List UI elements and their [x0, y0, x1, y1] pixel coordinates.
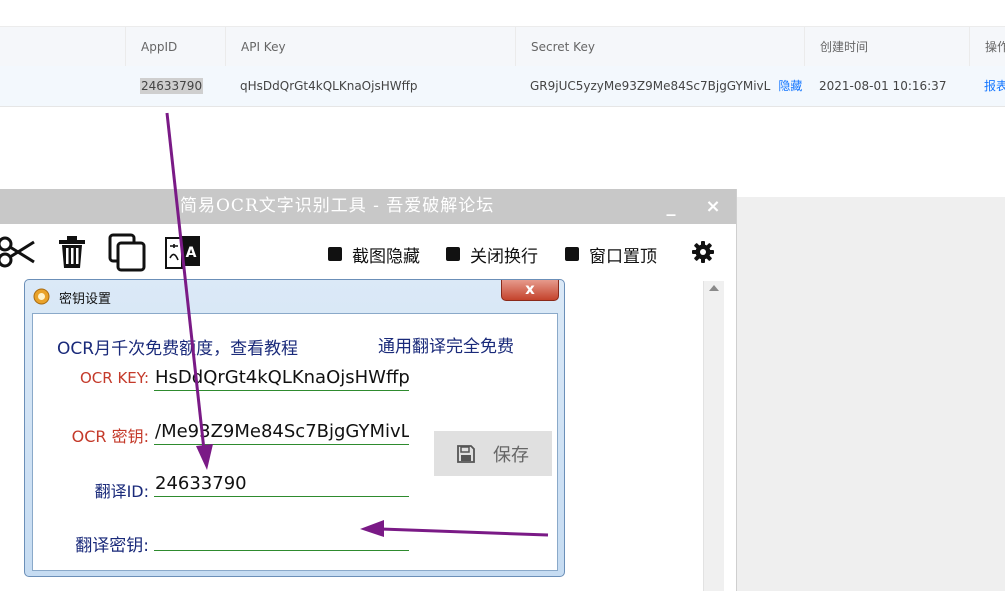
table-header-action: 操作: [969, 27, 1005, 67]
checkbox-box[interactable]: [446, 247, 460, 261]
gear-icon[interactable]: [692, 241, 714, 263]
dialog-close-button[interactable]: x: [501, 280, 559, 301]
copy-icon[interactable]: [107, 232, 147, 272]
table-row: 24633790 qHsDdQrGt4kQLKnaOjsHWffp GR9jUC…: [0, 66, 1005, 107]
window-top-label: 窗口置顶: [589, 246, 657, 267]
translate-id-field[interactable]: 24633790: [154, 471, 409, 497]
save-button[interactable]: 保存: [434, 431, 552, 476]
report-link[interactable]: 报表: [969, 66, 1005, 106]
vertical-scrollbar[interactable]: [703, 281, 724, 591]
translate-free-link[interactable]: 通用翻译完全免费: [378, 332, 514, 357]
table-cell-appid[interactable]: 24633790: [125, 66, 225, 106]
table-header-appid: AppID: [125, 27, 225, 67]
screenshot-hide-checkbox[interactable]: 截图隐藏: [328, 244, 420, 267]
ocr-quota-tutorial-link[interactable]: OCR月千次免费额度，查看教程: [57, 334, 298, 359]
floppy-disk-icon: [457, 444, 475, 463]
close-wrap-checkbox[interactable]: 关闭换行: [446, 244, 538, 267]
app-title: 简易OCR文字识别工具 - 吾爱破解论坛: [180, 196, 495, 216]
checkbox-box[interactable]: [328, 247, 342, 261]
table-cell-created: 2021-08-01 10:16:37: [819, 79, 947, 93]
table-header-api-key: API Key: [225, 27, 515, 67]
app-title-bar[interactable]: 简易OCR文字识别工具 - 吾爱破解论坛 _ ×: [0, 189, 736, 224]
ocr-key-field[interactable]: HsDdQrGt4kQLKnaOjsHWffp: [154, 365, 409, 391]
translate-secret-label: 翻译密钥:: [75, 536, 149, 556]
secret-key-value[interactable]: GR9jUC5yzyMe93Z9Me84Sc7BjgGYMivL: [530, 79, 770, 93]
ocr-secret-label: OCR 密钥:: [71, 427, 149, 446]
translate-id-label: 翻译ID:: [94, 482, 149, 501]
hide-secret-link[interactable]: 隐藏: [778, 79, 802, 93]
checkbox-box[interactable]: [565, 247, 579, 261]
table-header-blank: [0, 27, 125, 67]
translate-secret-field[interactable]: [154, 525, 409, 551]
key-settings-dialog: 密钥设置 x OCR月千次免费额度，查看教程 通用翻译完全免费 OCR KEY:…: [24, 279, 565, 577]
svg-text:A: A: [186, 245, 197, 261]
dialog-body: OCR月千次免费额度，查看教程 通用翻译完全免费 OCR KEY: HsDdQr…: [32, 313, 558, 571]
background-gray-area: [736, 197, 1005, 591]
table-header: AppID API Key Secret Key 创建时间 操作: [0, 26, 1005, 67]
ocr-secret-field[interactable]: /Me93Z9Me84Sc7BjgGYMivL: [154, 419, 409, 445]
scissors-icon[interactable]: [0, 232, 36, 272]
close-wrap-label: 关闭换行: [470, 246, 538, 267]
table-header-created: 创建时间: [804, 27, 969, 67]
dialog-title: 密钥设置: [59, 292, 112, 307]
save-label: 保存: [493, 444, 529, 466]
table-header-secret-key: Secret Key: [515, 27, 804, 67]
web-page-top: [0, 0, 1005, 26]
screenshot-hide-label: 截图隐藏: [352, 246, 420, 267]
translate-icon[interactable]: A: [164, 232, 204, 272]
window-top-checkbox[interactable]: 窗口置顶: [565, 244, 657, 267]
table-cell-api-key[interactable]: qHsDdQrGt4kQLKnaOjsHWffp: [225, 66, 515, 106]
appid-value[interactable]: 24633790: [140, 78, 204, 94]
trash-icon[interactable]: [54, 232, 94, 272]
table-cell-secret-key: GR9jUC5yzyMe93Z9Me84Sc7BjgGYMivL 隐藏: [515, 66, 804, 106]
minimize-button[interactable]: _: [660, 189, 682, 224]
app-toolbar: A 截图隐藏 关闭换行 窗口置顶: [0, 224, 736, 280]
close-button[interactable]: ×: [702, 189, 724, 224]
scroll-up-arrow-icon[interactable]: [709, 285, 719, 291]
settings-app-icon: [33, 288, 50, 305]
ocr-key-label: OCR KEY:: [79, 369, 149, 387]
